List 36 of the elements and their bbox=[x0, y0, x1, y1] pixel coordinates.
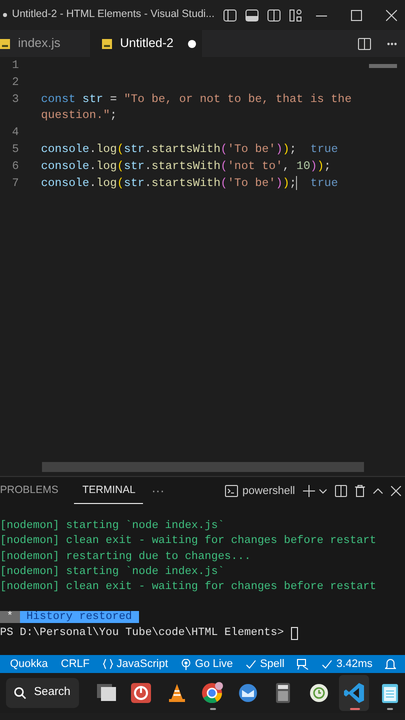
terminal-line: [nodemon] starting `node index.js` bbox=[0, 519, 226, 534]
terminal-prompt: PS D:\Personal\You Tube\code\HTML Elements> bbox=[0, 626, 284, 641]
terminal-line: [nodemon] starting `node index.js` bbox=[0, 564, 226, 580]
status-item[interactable]: Quokka bbox=[10, 658, 48, 670]
editor-tab[interactable]: Untitled-2 bbox=[90, 30, 202, 57]
terminal-selector[interactable]: powershell bbox=[225, 485, 295, 497]
more-button[interactable]: ··· bbox=[143, 478, 172, 504]
line-number: 3 bbox=[11, 92, 20, 108]
status-item[interactable]: CRLF bbox=[60, 658, 90, 670]
code-line: console.log(str.startsWith('To be')); bbox=[41, 176, 296, 192]
status-item[interactable]: 3.42ms bbox=[322, 658, 372, 670]
line-number: 4 bbox=[11, 125, 20, 142]
terminal-line: [nodemon] restarting due to changes... bbox=[0, 550, 252, 565]
history-badge: History restored bbox=[20, 611, 139, 624]
code-line: console.log(str.startsWith('To be')); bbox=[41, 142, 296, 158]
search-button[interactable]: Search bbox=[6, 678, 80, 708]
line-number: 7 bbox=[11, 176, 20, 192]
inline-result: true bbox=[310, 176, 338, 192]
go-live-button[interactable]: Go Live bbox=[181, 658, 233, 670]
line-number: 5 bbox=[11, 142, 20, 158]
window-title: Untitled-2 - HTML Elements - Visual Studi... bbox=[12, 7, 214, 22]
line-number: 6 bbox=[11, 158, 20, 175]
inline-result: true bbox=[310, 142, 338, 158]
panel-tab[interactable]: PROBLEMS bbox=[0, 478, 66, 504]
status-item[interactable]: Spell bbox=[246, 658, 284, 670]
code-line: console.log(str.startsWith('not to', 10)); bbox=[41, 158, 331, 175]
editor-tab[interactable]: index.js bbox=[0, 30, 90, 57]
code-line: const str = "To be, or not to be, that is the bbox=[41, 92, 352, 108]
terminal-line: [nodemon] clean exit - waiting for changes before restart bbox=[0, 534, 378, 550]
line-number: 2 bbox=[11, 74, 20, 91]
terminal-line: [nodemon] clean exit - waiting for changes before restart bbox=[0, 580, 378, 596]
code-line: question."; bbox=[41, 108, 117, 124]
panel-tab[interactable]: TERMINAL bbox=[74, 478, 144, 504]
language-status[interactable]: JavaScript bbox=[102, 658, 168, 670]
history-marker: * bbox=[0, 611, 20, 624]
line-number: 1 bbox=[11, 58, 20, 74]
